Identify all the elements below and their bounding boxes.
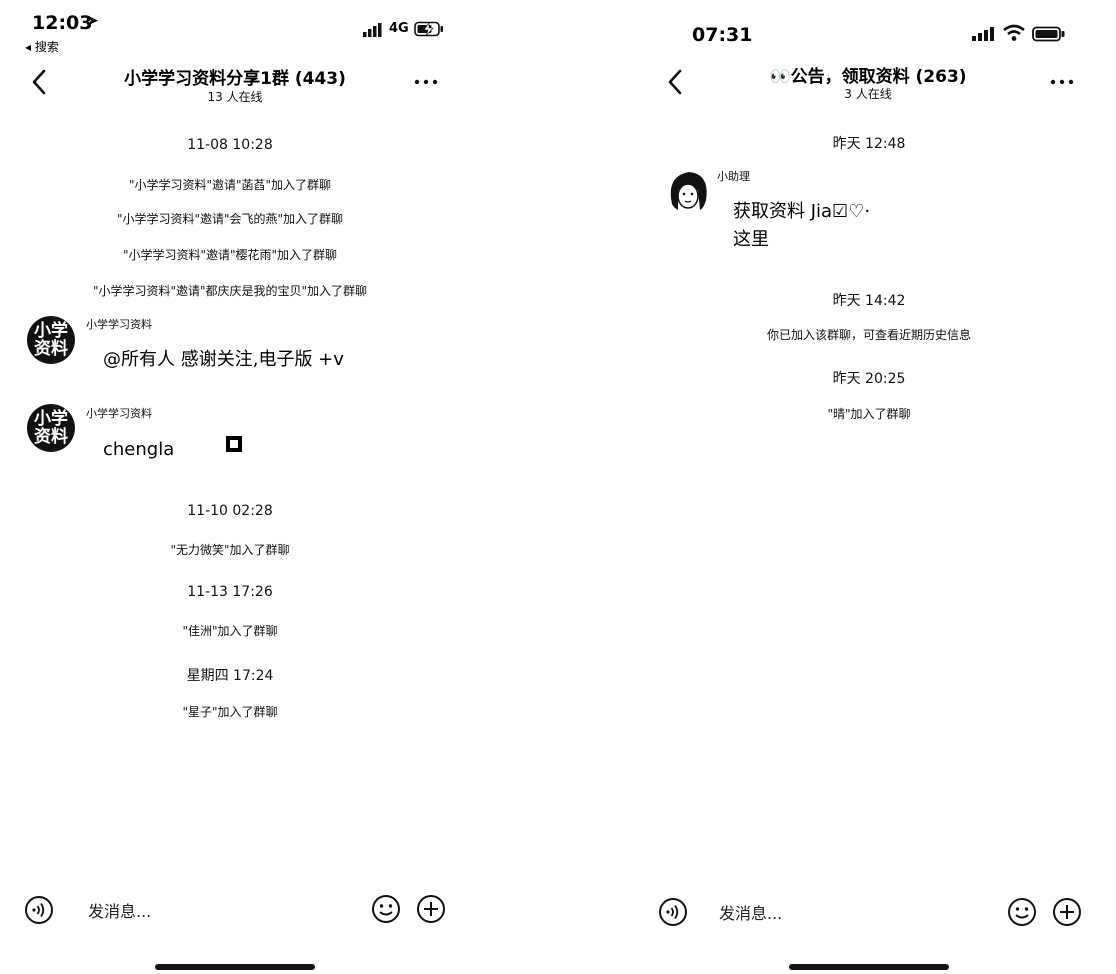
system-message: "小学学习资料"邀请"樱花雨"加入了群聊 [122, 248, 338, 262]
battery-charging-icon [414, 21, 444, 37]
sender-avatar[interactable]: 小学 资料 [27, 404, 75, 452]
network-type: 4G [389, 21, 409, 36]
message-text[interactable]: 获取资料 Jia☑♡· 这里 [733, 198, 870, 254]
timestamp: 11-08 10:28 [187, 137, 273, 153]
right-phone-screen: 07:31 👀公告，领取资料 (263) 3 人在线 昨天 12:48 小助理 … [636, 0, 1116, 974]
square-mark-icon [226, 436, 242, 452]
add-plus-icon[interactable] [416, 894, 446, 924]
back-chevron-icon[interactable] [24, 66, 54, 98]
system-message: "佳洲"加入了群聊 [182, 624, 278, 638]
group-title: 小学学习资料分享1群 (443) [124, 69, 346, 89]
timestamp: 昨天 12:48 [832, 136, 906, 152]
home-indicator [789, 964, 949, 970]
wifi-icon [1003, 24, 1025, 42]
system-message: "小学学习资料"邀请"会飞的燕"加入了群聊 [116, 212, 344, 226]
cellular-signal-icon [972, 26, 996, 41]
timestamp: 星期四 17:24 [186, 668, 274, 684]
location-arrow-icon: ➤ [87, 13, 99, 29]
cellular-signal-icon [363, 22, 385, 37]
timestamp: 11-13 17:26 [187, 584, 273, 600]
voice-input-icon[interactable] [24, 895, 54, 925]
system-message: "星子"加入了群聊 [182, 705, 278, 719]
timestamp: 昨天 14:42 [832, 293, 906, 309]
system-message: "小学学习资料"邀请"都庆庆是我的宝贝"加入了群聊 [92, 284, 368, 298]
sender-name: 小助理 [717, 170, 750, 183]
sender-name: 小学学习资料 [86, 407, 152, 420]
message-input[interactable]: 发消息... [719, 900, 782, 924]
helper-avatar[interactable] [664, 166, 714, 216]
left-phone-screen: 12:03 ➤ ◂ 搜索 4G 小学学习资料分享1群 (443) 13 人在线 … [0, 0, 460, 974]
message-input[interactable]: 发消息... [88, 898, 151, 922]
emoji-icon[interactable] [371, 894, 401, 924]
online-count: 13 人在线 [207, 90, 263, 104]
timestamp: 11-10 02:28 [187, 503, 273, 519]
system-message: "小学学习资料"邀请"菡萏"加入了群聊 [128, 178, 332, 192]
message-text[interactable]: @所有人 感谢关注,电子版 +v [103, 346, 344, 374]
back-to-search-link[interactable]: ◂ 搜索 [25, 38, 59, 55]
back-chevron-icon[interactable] [660, 66, 690, 98]
more-options-icon[interactable] [1046, 70, 1078, 94]
more-options-icon[interactable] [410, 70, 442, 94]
system-message: 你已加入该群聊，可查看近期历史信息 [766, 328, 971, 342]
system-message: "无力微笑"加入了群聊 [170, 543, 290, 557]
status-time: 07:31 [692, 24, 753, 46]
status-time: 12:03 [32, 12, 93, 34]
voice-input-icon[interactable] [658, 897, 688, 927]
timestamp: 昨天 20:25 [832, 371, 906, 387]
group-title: 👀公告，领取资料 (263) [769, 67, 967, 87]
sender-name: 小学学习资料 [86, 318, 152, 331]
add-plus-icon[interactable] [1052, 897, 1082, 927]
emoji-icon[interactable] [1007, 897, 1037, 927]
sender-avatar[interactable]: 小学 资料 [27, 316, 75, 364]
message-text[interactable]: chengla [103, 436, 174, 464]
system-message: "晴"加入了群聊 [827, 407, 911, 421]
battery-icon [1032, 26, 1066, 42]
online-count: 3 人在线 [844, 87, 892, 101]
home-indicator [155, 964, 315, 970]
